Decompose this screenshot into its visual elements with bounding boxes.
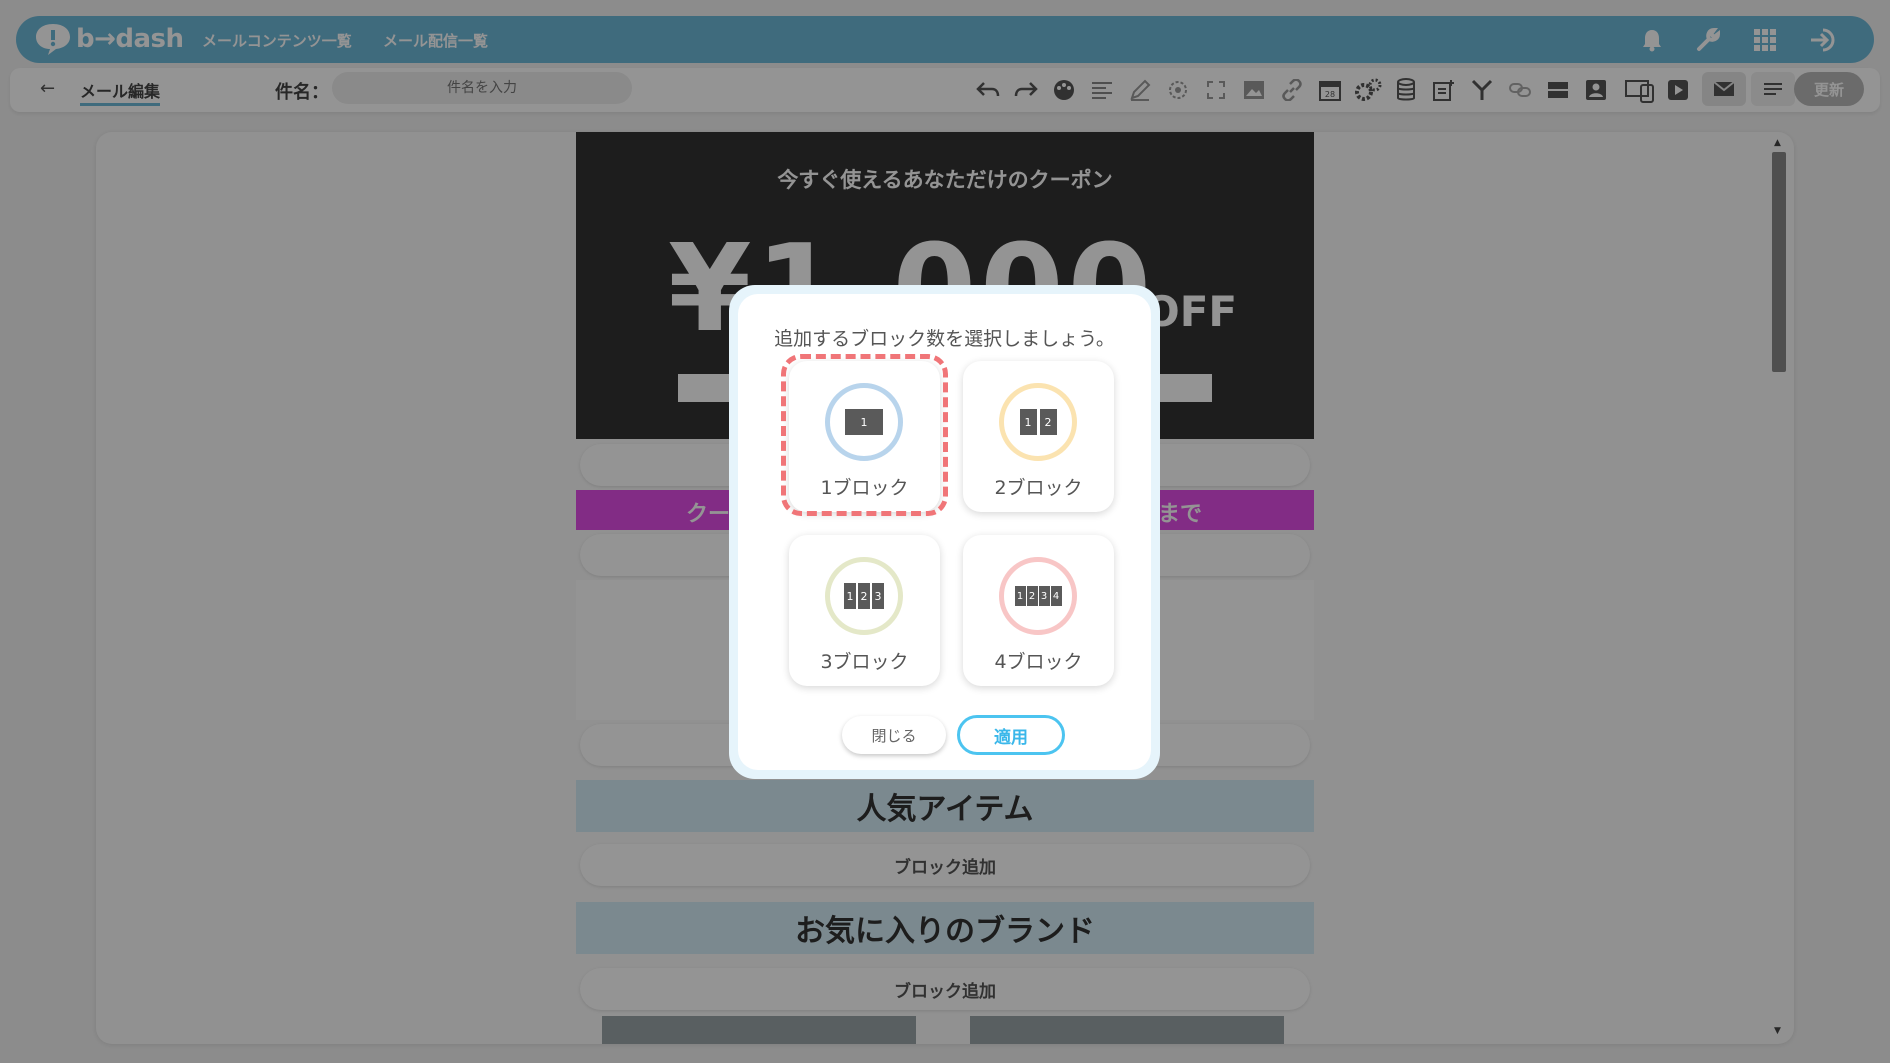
block-cell: 3 [1038,586,1050,606]
option-label: 3ブロック [820,651,909,673]
block-cell: 1 [1019,409,1037,435]
block-count-dialog: 追加するブロック数を選択しましょう。 1 1ブロック 1 2 2ブロック 1 2… [729,285,1160,779]
block-cell: 3 [872,583,884,609]
block-cell: 4 [1050,586,1062,606]
option-label: 2ブロック [994,477,1083,499]
block-cell: 2 [858,583,870,609]
selected-option-highlight [781,354,948,516]
apply-button[interactable]: 適用 [957,715,1065,755]
option-3-block[interactable]: 1 2 3 3ブロック [789,535,940,686]
dialog-title: 追加するブロック数を選択しましょう。 [774,328,1115,350]
close-button[interactable]: 閉じる [842,716,946,754]
option-4-block[interactable]: 1 2 3 4 4ブロック [963,535,1114,686]
option-2-block[interactable]: 1 2 2ブロック [963,361,1114,512]
option-label: 4ブロック [994,651,1083,673]
block-cell: 2 [1026,586,1038,606]
option-ring: 1 2 3 [825,557,903,635]
dialog-body: 追加するブロック数を選択しましょう。 1 1ブロック 1 2 2ブロック 1 2… [738,294,1151,770]
block-cell: 1 [844,583,856,609]
block-cell: 2 [1039,409,1057,435]
block-cell: 1 [1014,586,1026,606]
option-ring: 1 2 3 4 [999,557,1077,635]
option-ring: 1 2 [999,383,1077,461]
